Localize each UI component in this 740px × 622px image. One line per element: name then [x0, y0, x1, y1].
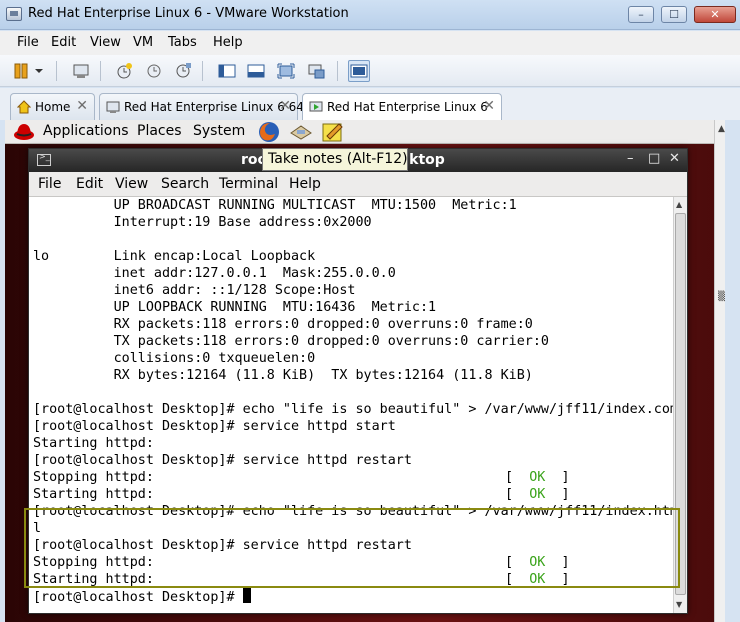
scroll-thumb[interactable]	[675, 213, 686, 595]
console-view-icon[interactable]	[348, 60, 370, 82]
terminal-line: UP LOOPBACK RUNNING MTU:16436 Metric:1	[33, 300, 437, 315]
quick-switch-icon[interactable]	[245, 60, 267, 82]
menu-vm[interactable]: VM	[133, 35, 153, 50]
terminal-prompt-line: [root@localhost Desktop]#	[33, 588, 251, 605]
firefox-icon[interactable]	[257, 121, 281, 143]
system-menu[interactable]: System	[193, 123, 245, 139]
notes-icon[interactable]	[321, 121, 345, 143]
tab-rhel6-64-close-icon[interactable]: ✕	[279, 98, 291, 114]
terminal-menu-file[interactable]: File	[38, 176, 61, 192]
console-scrollbar[interactable]: ▲ ▒	[714, 120, 725, 622]
terminal-line: RX packets:118 errors:0 dropped:0 overru…	[33, 317, 533, 332]
terminal-menu-view[interactable]: View	[115, 176, 148, 192]
window-title: Red Hat Enterprise Linux 6 - VMware Work…	[28, 6, 349, 21]
terminal-line: TX packets:118 errors:0 dropped:0 overru…	[33, 334, 549, 349]
snapshot-manager-icon[interactable]	[172, 60, 194, 82]
power-dropdown-chevron-down-icon[interactable]	[32, 60, 46, 82]
terminal-line: Starting httpd:	[33, 572, 154, 587]
terminal-line: [root@localhost Desktop]# echo "life is …	[33, 504, 673, 519]
tab-home-label: Home	[35, 100, 71, 114]
terminal-menu-search[interactable]: Search	[161, 176, 209, 192]
terminal-line: inet6 addr: ::1/128 Scope:Host	[33, 283, 356, 298]
terminal-line: UP BROADCAST RUNNING MULTICAST MTU:1500 …	[33, 198, 517, 213]
vmware-app-icon	[6, 7, 22, 21]
minimize-button[interactable]: –	[628, 6, 654, 23]
text-cursor	[242, 588, 251, 603]
terminal-prompt: [root@localhost Desktop]#	[33, 590, 243, 605]
terminal-line: inet addr:127.0.0.1 Mask:255.0.0.0	[33, 266, 396, 281]
vm-running-icon	[309, 101, 323, 112]
tab-rhel6-close-icon[interactable]: ✕	[483, 98, 495, 114]
terminal-line: collisions:0 txqueuelen:0	[33, 351, 316, 366]
terminal-scrollbar[interactable]: ▲ ▼	[673, 197, 687, 613]
window-titlebar: Red Hat Enterprise Linux 6 - VMware Work…	[0, 0, 740, 30]
tab-rhel6-label: Red Hat Enterprise Linux 6	[327, 100, 488, 114]
tab-rhel6[interactable]: Red Hat Enterprise Linux 6 ✕	[302, 93, 502, 121]
tab-home[interactable]: Home ✕	[10, 93, 95, 120]
terminal-menubar: File Edit View Search Terminal Help	[29, 172, 687, 197]
show-library-icon[interactable]	[216, 60, 238, 82]
toolbar	[0, 55, 740, 87]
terminal-line: RX bytes:12164 (11.8 KiB) TX bytes:12164…	[33, 368, 533, 383]
menu-view[interactable]: View	[90, 35, 121, 50]
menu-file[interactable]: File	[17, 35, 39, 50]
pause-icon[interactable]	[10, 60, 32, 82]
terminal-line: lo Link encap:Local Loopback	[33, 249, 316, 264]
revert-snapshot-icon[interactable]	[143, 60, 165, 82]
places-menu[interactable]: Places	[137, 123, 182, 139]
terminal-menu-terminal[interactable]: Terminal	[219, 176, 278, 192]
terminal-line: l	[33, 521, 42, 536]
home-icon	[17, 100, 31, 114]
redhat-logo-icon[interactable]	[13, 121, 35, 142]
maximize-button[interactable]: ☐	[661, 6, 687, 23]
terminal-icon	[37, 152, 51, 166]
terminal-menu-edit[interactable]: Edit	[76, 176, 103, 192]
applications-menu[interactable]: Applications	[43, 123, 129, 139]
gnome-top-panel: Applications Places System	[5, 120, 725, 144]
terminal-line: Interrupt:19 Base address:0x2000	[33, 215, 372, 230]
menubar: File Edit View VM Tabs Help	[0, 31, 740, 55]
menu-edit[interactable]: Edit	[51, 35, 76, 50]
email-client-icon[interactable]	[289, 121, 313, 143]
ok-status: [ OK ]	[505, 487, 570, 502]
terminal-window[interactable]: rooktop – □ ✕ File Edit View Search Term…	[28, 148, 688, 614]
full-screen-icon[interactable]	[275, 60, 297, 82]
tab-home-close-icon[interactable]: ✕	[76, 98, 88, 114]
scroll-down-icon[interactable]: ▼	[676, 600, 682, 609]
tab-rhel6-64[interactable]: Red Hat Enterprise Linux 6 64... ✕	[99, 93, 315, 120]
unity-icon[interactable]	[305, 60, 327, 82]
terminal-line: [root@localhost Desktop]# service httpd …	[33, 538, 412, 553]
terminal-line: [root@localhost Desktop]# echo "life is …	[33, 402, 673, 417]
terminal-minimize-button[interactable]: –	[627, 151, 634, 166]
ok-status: [ OK ]	[505, 572, 570, 587]
terminal-line: [root@localhost Desktop]# service httpd …	[33, 453, 412, 468]
terminal-line: Starting httpd:	[33, 436, 154, 451]
terminal-close-button[interactable]: ✕	[669, 151, 680, 166]
notes-tooltip: Take notes (Alt-F12)	[262, 148, 408, 171]
terminal-line: Stopping httpd:	[33, 555, 154, 570]
menu-tabs[interactable]: Tabs	[168, 35, 197, 50]
take-snapshot-icon[interactable]	[113, 60, 135, 82]
ok-status: [ OK ]	[505, 470, 570, 485]
terminal-line: [root@localhost Desktop]# service httpd …	[33, 419, 396, 434]
close-button[interactable]: ✕	[694, 6, 736, 23]
terminal-title-tail: ktop	[409, 152, 445, 168]
vm-icon	[106, 101, 120, 113]
scroll-up-icon[interactable]: ▲	[676, 200, 682, 209]
terminal-output[interactable]: UP BROADCAST RUNNING MULTICAST MTU:1500 …	[29, 197, 673, 613]
menu-help[interactable]: Help	[213, 35, 243, 50]
terminal-line: Starting httpd:	[33, 487, 154, 502]
tab-bar: Home ✕ Red Hat Enterprise Linux 6 64... …	[0, 88, 740, 121]
ok-status: [ OK ]	[505, 555, 570, 570]
terminal-line: Stopping httpd:	[33, 470, 154, 485]
terminal-maximize-button[interactable]: □	[648, 151, 660, 166]
send-ctrl-alt-del-icon[interactable]	[70, 60, 92, 82]
terminal-menu-help[interactable]: Help	[289, 176, 321, 192]
